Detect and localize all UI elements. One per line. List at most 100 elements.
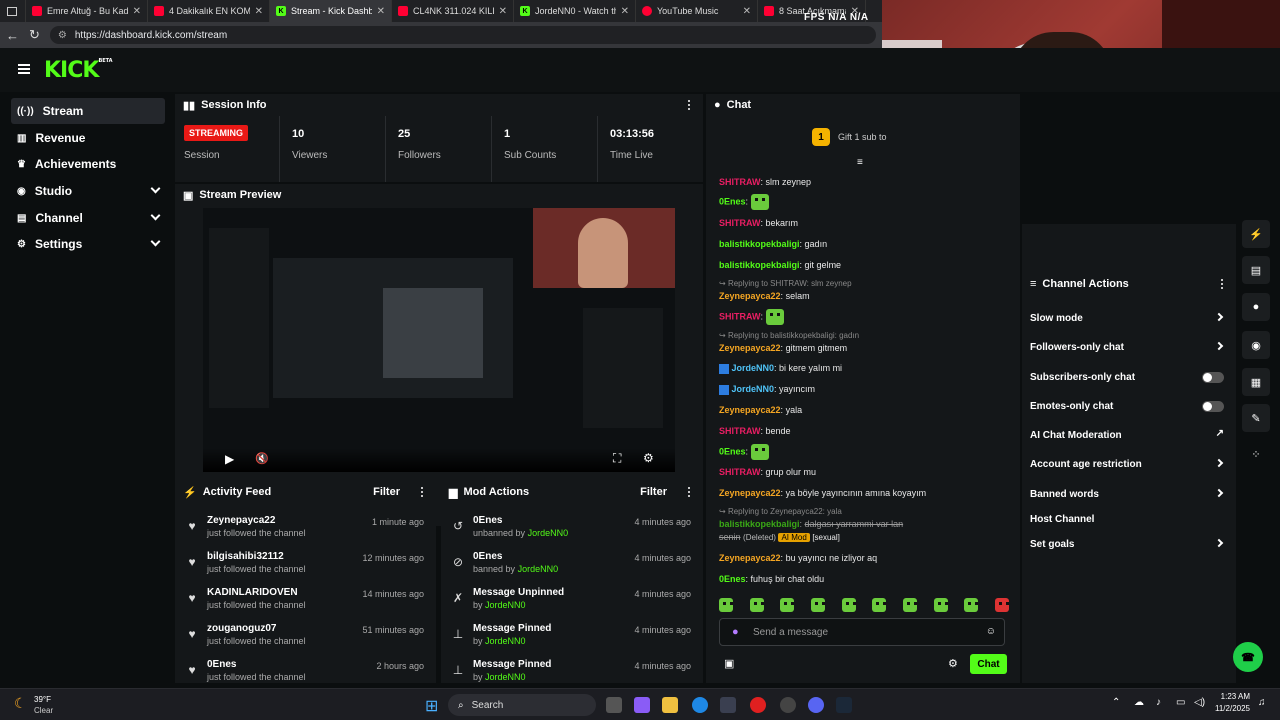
- chat-username[interactable]: SHITRAW: [719, 311, 761, 321]
- browser-tab[interactable]: YouTube Music ✕: [636, 0, 758, 22]
- settings-icon[interactable]: ⚙: [643, 451, 654, 465]
- apps-icon[interactable]: ⁘: [1242, 440, 1270, 468]
- close-icon[interactable]: ✕: [743, 6, 751, 17]
- filter-button[interactable]: Filter: [640, 486, 667, 498]
- bolt-icon[interactable]: ⚡: [1242, 220, 1270, 248]
- emote-icon[interactable]: [810, 598, 825, 612]
- site-info-icon[interactable]: ⚙: [58, 30, 67, 41]
- chat-username[interactable]: balistikkopekbaligi: [719, 260, 800, 270]
- sidebar-item-channel[interactable]: ▤ Channel: [11, 205, 165, 231]
- mic-icon[interactable]: ●: [732, 626, 739, 638]
- sidebar-item-revenue[interactable]: ▥ Revenue: [11, 125, 165, 151]
- document-icon[interactable]: ▤: [1242, 256, 1270, 284]
- feed-user[interactable]: Zeynepayca22: [207, 515, 275, 526]
- emote-icon[interactable]: [933, 598, 948, 612]
- feed-user[interactable]: KADINLARIDOVEN: [207, 587, 298, 598]
- chat-username[interactable]: 0Enes: [719, 446, 746, 456]
- close-icon[interactable]: ✕: [133, 6, 141, 17]
- chat-username[interactable]: JordeNN0: [732, 363, 775, 373]
- banned-words-button[interactable]: Banned words: [1030, 481, 1226, 507]
- clock-time[interactable]: 1:23 AM: [1208, 692, 1250, 701]
- windows-start-icon[interactable]: ⊞: [425, 696, 438, 716]
- stream-video-player[interactable]: ▶ 🔇 ⛶ ⚙: [203, 208, 675, 472]
- set-goals-button[interactable]: Set goals: [1030, 531, 1226, 557]
- clock-date[interactable]: 11/2/2025: [1208, 704, 1250, 713]
- close-icon[interactable]: ✕: [255, 6, 263, 17]
- chat-username[interactable]: SHITRAW: [719, 426, 761, 436]
- mute-icon[interactable]: 🔇: [255, 452, 269, 465]
- sidebar-item-studio[interactable]: ◉ Studio: [11, 178, 165, 204]
- mod-by[interactable]: JordeNN0: [485, 600, 526, 610]
- chat-username[interactable]: balistikkopekbaligi: [719, 519, 800, 529]
- close-icon[interactable]: ✕: [499, 6, 507, 17]
- browser-tab[interactable]: 4 Dakikalık EN KOMİK ! ✕: [148, 0, 270, 22]
- notification-bell-icon[interactable]: ♫: [1258, 697, 1266, 708]
- fullscreen-icon[interactable]: ⛶: [613, 451, 621, 466]
- chat-icon[interactable]: ●: [1242, 293, 1270, 321]
- chat-username[interactable]: SHITRAW: [719, 467, 761, 477]
- taskbar-search[interactable]: ⌕ Search: [448, 694, 596, 716]
- followers-only-button[interactable]: Followers-only chat: [1030, 334, 1226, 360]
- emote-icon[interactable]: [902, 598, 917, 612]
- tab-overview-icon[interactable]: [0, 0, 26, 22]
- gift-text[interactable]: Gift 1 sub to: [838, 132, 887, 142]
- support-chat-icon[interactable]: ☎: [1233, 642, 1263, 672]
- feed-user[interactable]: zouganoguz07: [207, 623, 276, 634]
- chat-username[interactable]: Zeynepayca22: [719, 343, 781, 353]
- gift-box-icon[interactable]: ▣: [724, 657, 734, 670]
- mod-target[interactable]: Message Unpinned: [473, 587, 564, 598]
- discord-icon[interactable]: [808, 697, 824, 713]
- edge-icon[interactable]: [692, 697, 708, 713]
- network-icon[interactable]: ▭: [1176, 697, 1185, 708]
- chat-username[interactable]: Zeynepayca22: [719, 405, 781, 415]
- account-age-button[interactable]: Account age restriction: [1030, 451, 1226, 477]
- chat-username[interactable]: SHITRAW: [719, 177, 761, 187]
- emote-icon[interactable]: [964, 598, 979, 612]
- close-icon[interactable]: ✕: [621, 6, 629, 17]
- slow-mode-button[interactable]: Slow mode: [1030, 305, 1226, 331]
- more-icon[interactable]: [688, 100, 691, 110]
- browser-tab[interactable]: CL4NK 311.024 KILL RE ✕: [392, 0, 514, 22]
- chat-username[interactable]: Zeynepayca22: [719, 291, 781, 301]
- browser-tab[interactable]: Emre Altuğ - Bu Kadar ✕: [26, 0, 148, 22]
- chat-username[interactable]: Zeynepayca22: [719, 553, 781, 563]
- mod-by[interactable]: JordeNN0: [518, 564, 559, 574]
- toggle-switch[interactable]: [1202, 372, 1224, 383]
- sort-icon[interactable]: ≡: [857, 157, 863, 168]
- more-icon[interactable]: [688, 487, 691, 497]
- chat-username[interactable]: 0Enes: [719, 574, 746, 584]
- volume-icon[interactable]: ◁): [1194, 697, 1205, 708]
- browser-tab[interactable]: K JordeNN0 - Watch the ✕: [514, 0, 636, 22]
- layout-icon[interactable]: ▦: [1242, 368, 1270, 396]
- ai-chat-moderation-button[interactable]: AI Chat Moderation ↗: [1030, 422, 1226, 448]
- chevron-up-icon[interactable]: ⌃: [1112, 697, 1120, 708]
- more-icon[interactable]: [421, 487, 424, 497]
- menu-icon[interactable]: [18, 64, 30, 74]
- store-icon[interactable]: [720, 697, 736, 713]
- obs-icon[interactable]: [780, 697, 796, 713]
- emote-icon[interactable]: [841, 598, 856, 612]
- subscribers-only-toggle[interactable]: Subscribers-only chat: [1030, 364, 1226, 390]
- mod-target[interactable]: Message Pinned: [473, 623, 551, 634]
- mod-by[interactable]: JordeNN0: [485, 636, 526, 646]
- chat-username[interactable]: 0Enes: [719, 196, 746, 206]
- chat-username[interactable]: balistikkopekbaligi: [719, 239, 800, 249]
- host-channel-button[interactable]: Host Channel: [1030, 506, 1226, 532]
- chat-username[interactable]: SHITRAW: [719, 218, 761, 228]
- gift-badge[interactable]: 1: [812, 128, 830, 146]
- chat-settings-icon[interactable]: ⚙: [948, 657, 958, 670]
- copilot-icon[interactable]: [634, 697, 650, 713]
- steam-icon[interactable]: [836, 697, 852, 713]
- send-chat-button[interactable]: Chat: [970, 654, 1007, 674]
- wrench-icon[interactable]: ✎: [1242, 404, 1270, 432]
- play-icon[interactable]: ▶: [225, 452, 234, 466]
- url-input[interactable]: ⚙ https://dashboard.kick.com/stream: [49, 26, 876, 44]
- youtube-icon[interactable]: [750, 697, 766, 713]
- mod-target[interactable]: Message Pinned: [473, 659, 551, 670]
- emoji-icon[interactable]: ☺: [986, 626, 996, 637]
- mod-by[interactable]: JordeNN0: [485, 672, 526, 682]
- toggle-switch[interactable]: [1202, 401, 1224, 412]
- sidebar-item-achievements[interactable]: ♛ Achievements: [11, 151, 165, 177]
- task-view-icon[interactable]: [606, 697, 622, 713]
- file-explorer-icon[interactable]: [662, 697, 678, 713]
